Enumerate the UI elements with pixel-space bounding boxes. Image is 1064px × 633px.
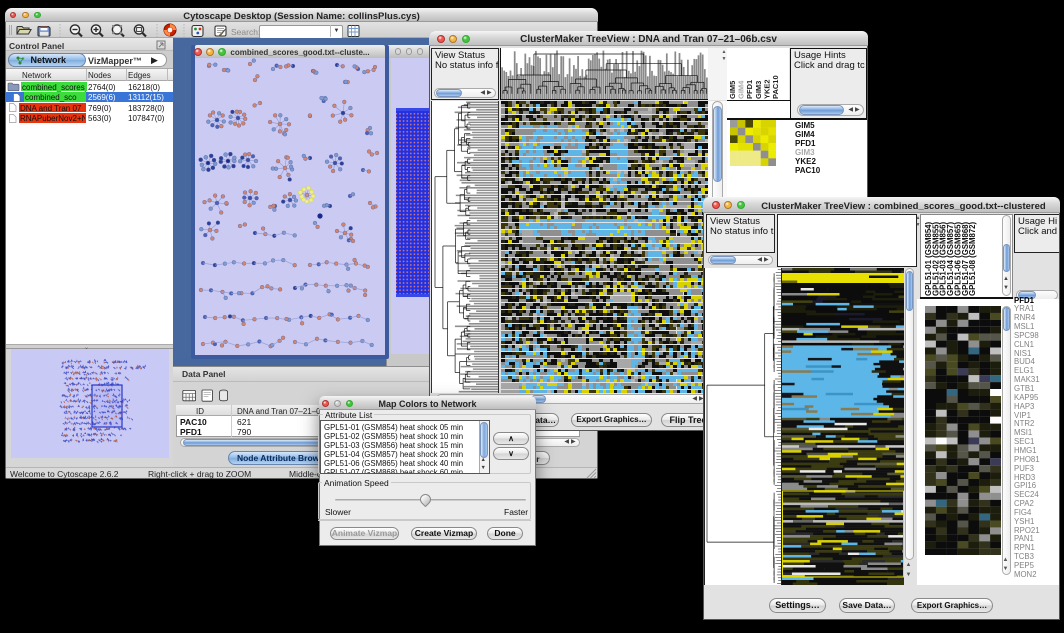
svg-text:PAC10: PAC10: [771, 75, 780, 99]
svg-text:GPL51-08 (GSM872): GPL51-08 (GSM872): [968, 221, 977, 296]
